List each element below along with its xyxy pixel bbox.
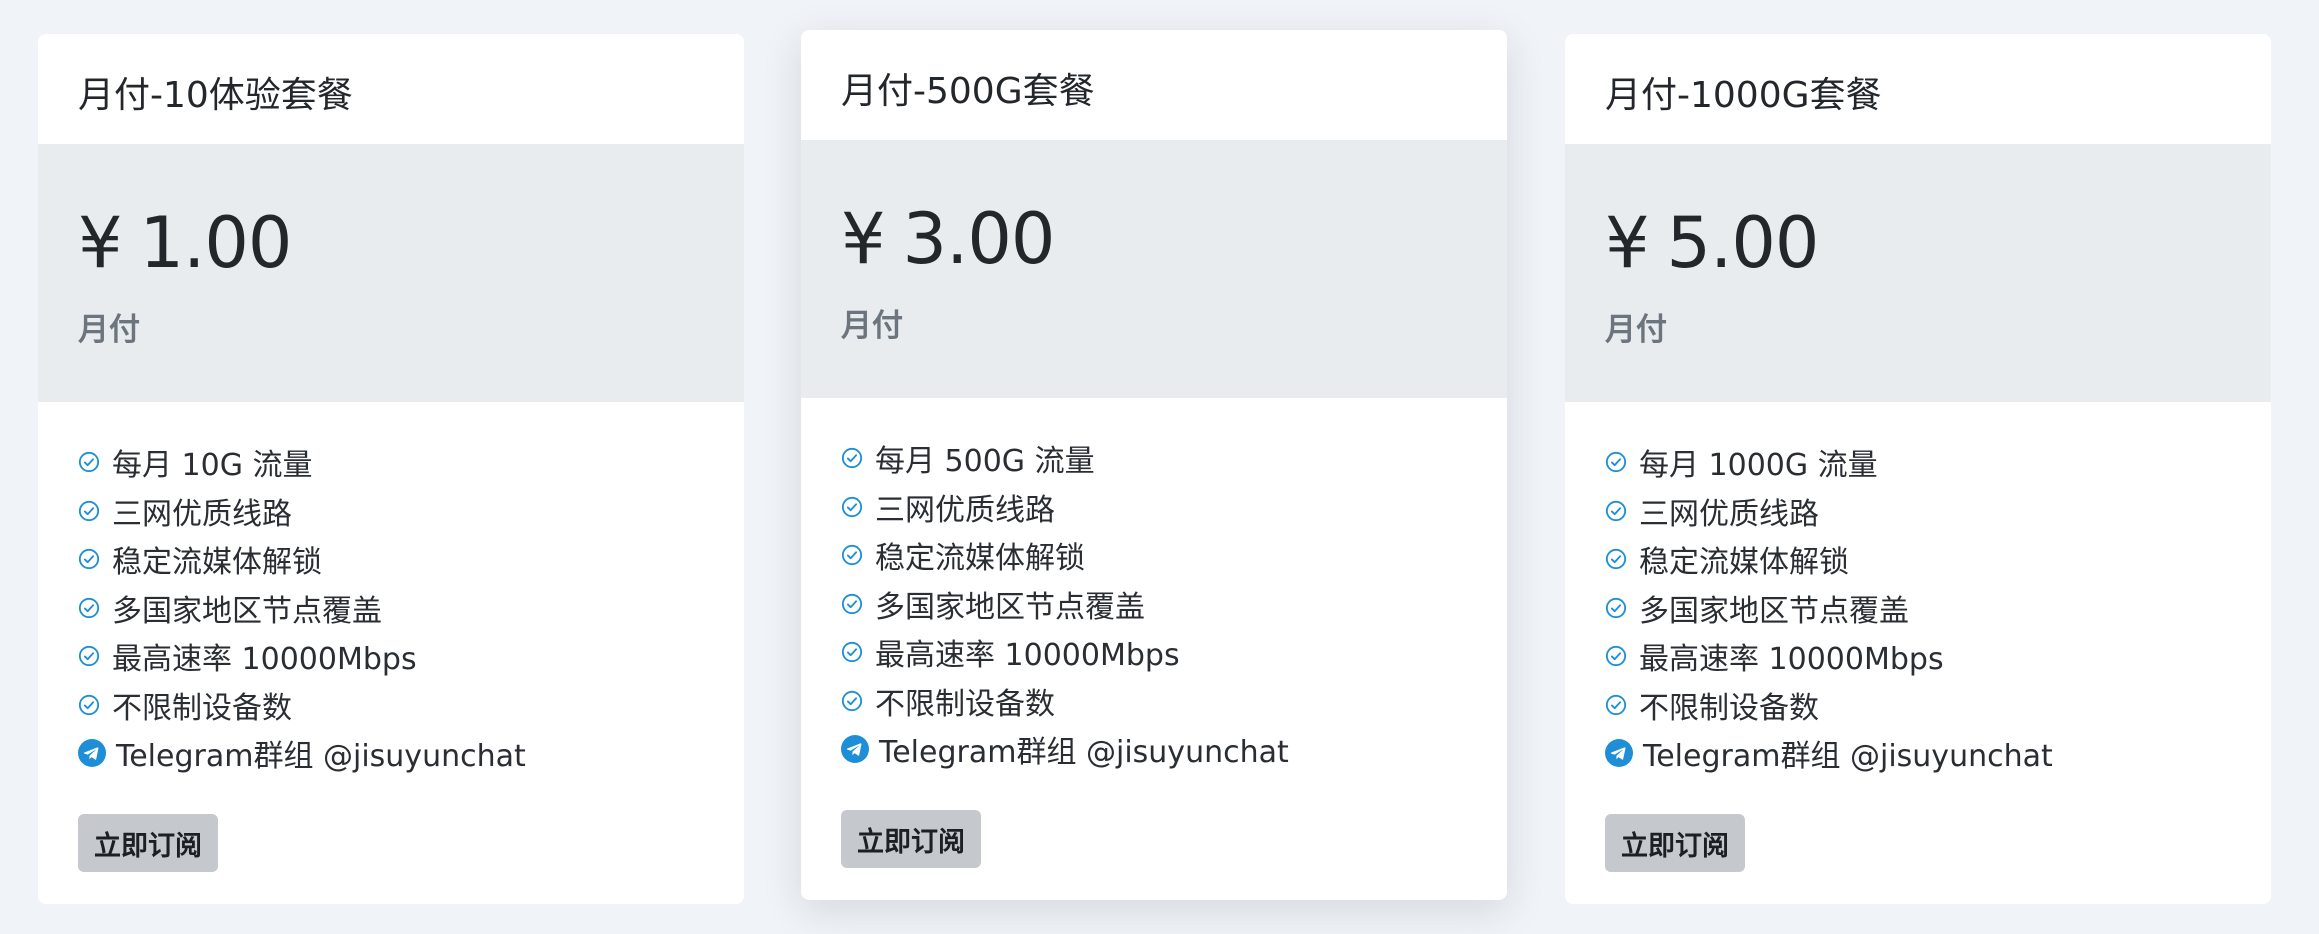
feature-item: 最高速率 10000Mbps	[1605, 632, 2231, 681]
feature-item: 多国家地区节点覆盖	[841, 580, 1467, 629]
billing-period: 月付	[841, 308, 903, 344]
feature-text: 三网优质线路	[1639, 496, 1819, 532]
check-circle-icon	[78, 694, 100, 716]
plan-title: 月付-500G套餐	[841, 71, 1095, 112]
price-amount: 1.00	[139, 202, 293, 284]
feature-text: 最高速率 10000Mbps	[875, 638, 1180, 674]
feature-item: 三网优质线路	[841, 483, 1467, 532]
check-circle-icon	[78, 451, 100, 473]
check-circle-icon	[78, 548, 100, 570]
feature-text: 稳定流媒体解锁	[112, 545, 322, 581]
feature-item: 三网优质线路	[1605, 487, 2231, 536]
feature-text: 多国家地区节点覆盖	[112, 593, 382, 629]
currency-symbol: ¥	[841, 198, 886, 280]
feature-item: 每月 1000G 流量	[1605, 438, 2231, 487]
check-circle-icon	[78, 597, 100, 619]
billing-period: 月付	[1605, 312, 1667, 348]
feature-item: 不限制设备数	[78, 681, 704, 730]
feature-item: 三网优质线路	[78, 487, 704, 536]
feature-text: 每月 500G 流量	[875, 444, 1095, 480]
feature-item: 最高速率 10000Mbps	[841, 628, 1467, 677]
feature-text: 稳定流媒体解锁	[1639, 545, 1849, 581]
contact-text: Telegram群组 @jisuyunchat	[1643, 739, 2053, 775]
check-circle-icon	[841, 496, 863, 518]
feature-item: 每月 10G 流量	[78, 438, 704, 487]
price-amount: 3.00	[902, 198, 1056, 280]
currency-symbol: ¥	[78, 202, 123, 284]
plan-price: ¥1.00	[78, 208, 704, 278]
pricing-page: 月付-10体验套餐 ¥1.00 月付 每月 10G 流量 三网优质线路 稳定流媒…	[0, 0, 2319, 934]
check-circle-icon	[841, 690, 863, 712]
plan-card: 月付-10体验套餐 ¥1.00 月付 每月 10G 流量 三网优质线路 稳定流媒…	[38, 34, 744, 904]
contact-item: Telegram群组 @jisuyunchat	[1605, 729, 2231, 778]
feature-text: 最高速率 10000Mbps	[1639, 642, 1944, 678]
feature-list: 每月 10G 流量 三网优质线路 稳定流媒体解锁 多国家地区节点覆盖 最高速率 …	[38, 402, 744, 778]
feature-item: 稳定流媒体解锁	[841, 531, 1467, 580]
feature-text: 稳定流媒体解锁	[875, 541, 1085, 577]
feature-item: 多国家地区节点覆盖	[1605, 584, 2231, 633]
feature-text: 多国家地区节点覆盖	[875, 589, 1145, 625]
contact-item: Telegram群组 @jisuyunchat	[78, 729, 704, 778]
feature-item: 稳定流媒体解锁	[78, 535, 704, 584]
price-block: ¥3.00 月付	[801, 140, 1507, 398]
feature-text: 三网优质线路	[875, 492, 1055, 528]
plan-title: 月付-10体验套餐	[78, 75, 353, 116]
feature-list: 每月 1000G 流量 三网优质线路 稳定流媒体解锁 多国家地区节点覆盖 最高速…	[1565, 402, 2271, 778]
contact-item: Telegram群组 @jisuyunchat	[841, 725, 1467, 774]
check-circle-icon	[1605, 500, 1627, 522]
check-circle-icon	[1605, 645, 1627, 667]
feature-item: 每月 500G 流量	[841, 434, 1467, 483]
feature-item: 稳定流媒体解锁	[1605, 535, 2231, 584]
subscribe-button[interactable]: 立即订阅	[841, 810, 981, 868]
feature-list: 每月 500G 流量 三网优质线路 稳定流媒体解锁 多国家地区节点覆盖 最高速率…	[801, 398, 1507, 774]
plan-price: ¥3.00	[841, 204, 1467, 274]
check-circle-icon	[1605, 597, 1627, 619]
contact-text: Telegram群组 @jisuyunchat	[116, 739, 526, 775]
check-circle-icon	[1605, 694, 1627, 716]
subscribe-button[interactable]: 立即订阅	[1605, 814, 1745, 872]
check-circle-icon	[1605, 451, 1627, 473]
feature-text: 不限制设备数	[875, 686, 1055, 722]
telegram-icon	[78, 739, 106, 768]
price-block: ¥1.00 月付	[38, 144, 744, 402]
feature-item: 最高速率 10000Mbps	[78, 632, 704, 681]
subscribe-button[interactable]: 立即订阅	[78, 814, 218, 872]
telegram-icon	[1605, 739, 1633, 768]
feature-text: 每月 1000G 流量	[1639, 448, 1878, 484]
feature-text: 多国家地区节点覆盖	[1639, 593, 1909, 629]
plan-card: 月付-500G套餐 ¥3.00 月付 每月 500G 流量 三网优质线路 稳定流…	[801, 30, 1507, 900]
check-circle-icon	[841, 641, 863, 663]
telegram-icon	[841, 735, 869, 764]
plan-title: 月付-1000G套餐	[1605, 75, 1882, 116]
check-circle-icon	[78, 645, 100, 667]
contact-text: Telegram群组 @jisuyunchat	[879, 735, 1289, 771]
feature-item: 不限制设备数	[841, 677, 1467, 726]
feature-text: 三网优质线路	[112, 496, 292, 532]
plan-price: ¥5.00	[1605, 208, 2231, 278]
check-circle-icon	[78, 500, 100, 522]
price-amount: 5.00	[1666, 202, 1820, 284]
billing-period: 月付	[78, 312, 140, 348]
currency-symbol: ¥	[1605, 202, 1650, 284]
check-circle-icon	[1605, 548, 1627, 570]
feature-text: 不限制设备数	[1639, 690, 1819, 726]
feature-item: 不限制设备数	[1605, 681, 2231, 730]
check-circle-icon	[841, 447, 863, 469]
feature-text: 最高速率 10000Mbps	[112, 642, 417, 678]
check-circle-icon	[841, 544, 863, 566]
feature-text: 不限制设备数	[112, 690, 292, 726]
check-circle-icon	[841, 593, 863, 615]
feature-text: 每月 10G 流量	[112, 448, 313, 484]
price-block: ¥5.00 月付	[1565, 144, 2271, 402]
plan-card: 月付-1000G套餐 ¥5.00 月付 每月 1000G 流量 三网优质线路 稳…	[1565, 34, 2271, 904]
feature-item: 多国家地区节点覆盖	[78, 584, 704, 633]
